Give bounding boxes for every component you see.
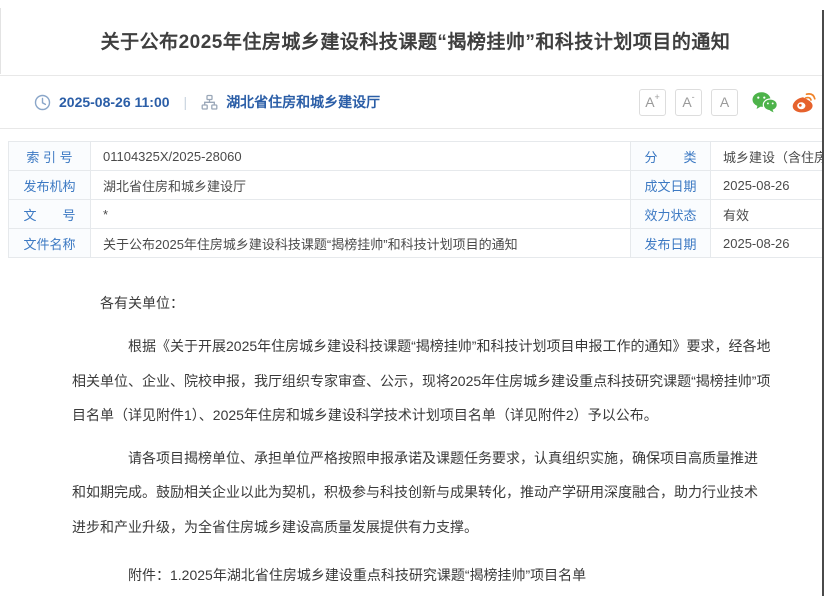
table-row: 文件名称 关于公布2025年住房城乡建设科技课题“揭榜挂帅”和科技计划项目的通知… (9, 229, 824, 258)
meta-info: 2025-08-26 11:00 | 湖北省住房和城乡建设厅 (34, 92, 380, 112)
validity-status-label: 效力状态 (631, 200, 711, 229)
paragraph-2: 请各项目揭榜单位、承担单位严格按照申报承诺及课题任务要求，认真组织实施，确保项目… (72, 441, 771, 544)
written-date-label: 成文日期 (631, 171, 711, 200)
doc-name-label: 文件名称 (9, 229, 91, 258)
wechat-icon (751, 90, 778, 114)
document-body: 各有关单位： 根据《关于开展2025年住房城乡建设科技课题“揭榜挂帅”和科技计划… (0, 258, 831, 596)
issuing-agency-value: 湖北省住房和城乡建设厅 (91, 171, 631, 200)
table-row: 发布机构 湖北省住房和城乡建设厅 成文日期 2025-08-26 (9, 171, 824, 200)
font-increase-sup: + (655, 92, 660, 102)
attachment-link-1[interactable]: 1.2025年湖北省住房城乡建设重点科技研究课题“揭榜挂帅”项目名单 (170, 567, 586, 583)
paragraph-1: 根据《关于开展2025年住房城乡建设科技课题“揭榜挂帅”和科技计划项目申报工作的… (72, 329, 771, 432)
meta-bar: 2025-08-26 11:00 | 湖北省住房和城乡建设厅 A+ A- A (0, 76, 831, 128)
meta-toolbar: A+ A- A (639, 89, 817, 116)
weibo-share-button[interactable] (791, 90, 817, 114)
font-decrease-button[interactable]: A- (675, 89, 702, 116)
publish-time: 2025-08-26 11:00 (59, 94, 170, 110)
window-right-edge (822, 10, 824, 596)
page-title: 关于公布2025年住房城乡建设科技课题“揭榜挂帅”和科技计划项目的通知 (60, 27, 771, 54)
weibo-icon (791, 90, 817, 114)
attachments-label: 附件： (128, 567, 170, 583)
title-area: 关于公布2025年住房城乡建设科技课题“揭榜挂帅”和科技计划项目的通知 (0, 0, 831, 75)
font-increase-button[interactable]: A+ (639, 89, 666, 116)
salutation: 各有关单位： (72, 286, 771, 320)
doc-number-value: * (91, 200, 631, 229)
document-info-table: 索 引 号 01104325X/2025-28060 分 类 城乡建设（含住房）… (8, 141, 824, 258)
issuing-agency-label: 发布机构 (9, 171, 91, 200)
written-date-value: 2025-08-26 (711, 171, 824, 200)
table-row: 索 引 号 01104325X/2025-28060 分 类 城乡建设（含住房） (9, 142, 824, 171)
publish-date-value: 2025-08-26 (711, 229, 824, 258)
article-page: 关于公布2025年住房城乡建设科技课题“揭榜挂帅”和科技计划项目的通知 2025… (0, 0, 831, 596)
info-table-wrap: 索 引 号 01104325X/2025-28060 分 类 城乡建设（含住房）… (0, 129, 831, 258)
font-decrease-sup: - (692, 92, 695, 102)
category-value: 城乡建设（含住房） (711, 142, 824, 171)
window-left-edge (0, 8, 1, 74)
validity-status-value: 有效 (711, 200, 824, 229)
meta-separator: | (178, 94, 194, 110)
source-name: 湖北省住房和城乡建设厅 (226, 92, 380, 112)
sitemap-icon (201, 94, 218, 111)
attachment-line-1: 附件：1.2025年湖北省住房城乡建设重点科技研究课题“揭榜挂帅”项目名单 (72, 558, 771, 592)
index-number-value: 01104325X/2025-28060 (91, 142, 631, 171)
table-row: 文 号 * 效力状态 有效 (9, 200, 824, 229)
wechat-share-button[interactable] (751, 90, 778, 114)
doc-number-label: 文 号 (9, 200, 91, 229)
doc-name-value: 关于公布2025年住房城乡建设科技课题“揭榜挂帅”和科技计划项目的通知 (91, 229, 631, 258)
publish-date-label: 发布日期 (631, 229, 711, 258)
category-label: 分 类 (631, 142, 711, 171)
font-reset-button[interactable]: A (711, 89, 738, 116)
clock-icon (34, 94, 51, 111)
index-number-label: 索 引 号 (9, 142, 91, 171)
